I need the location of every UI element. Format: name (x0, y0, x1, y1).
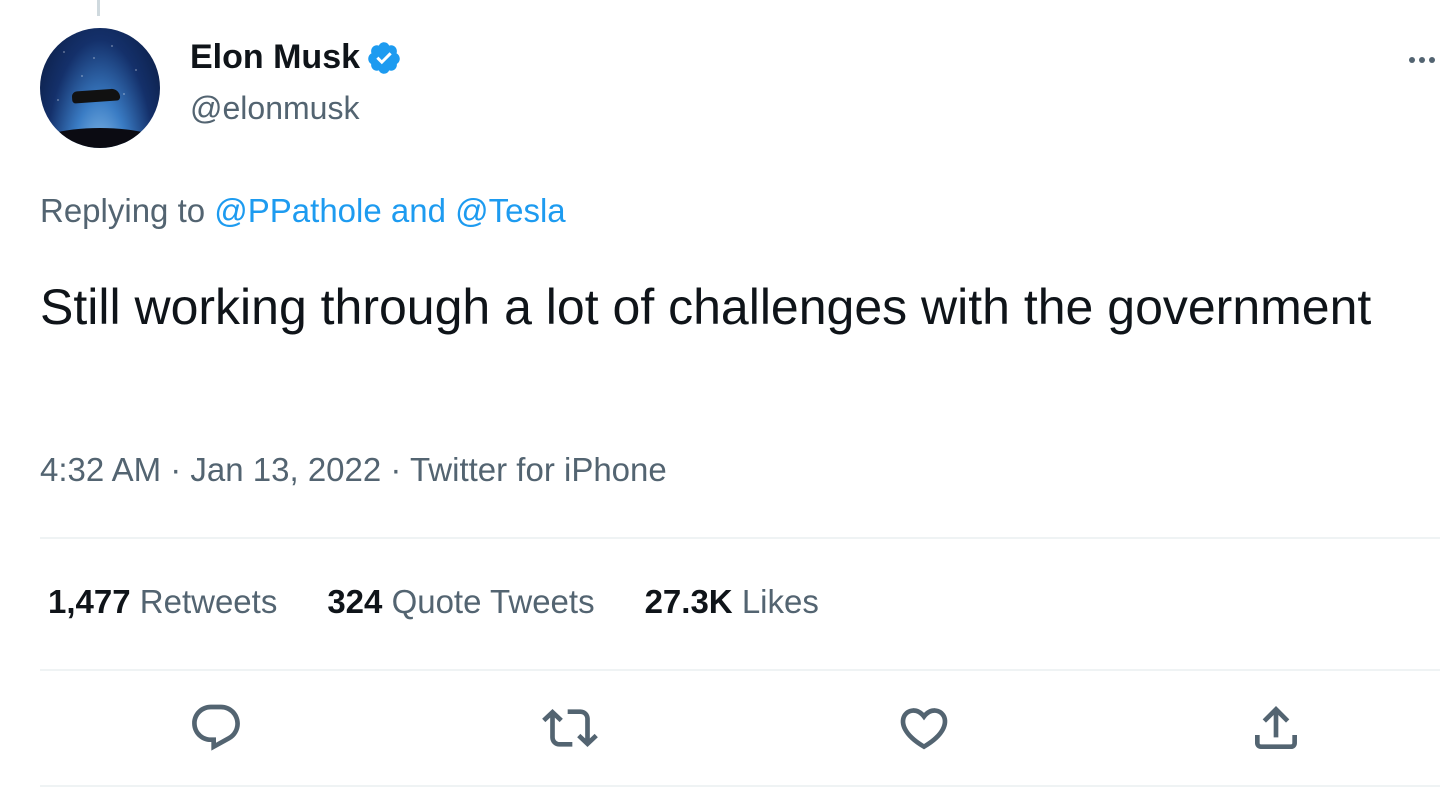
quote-tweets-stat[interactable]: 324 Quote Tweets (327, 583, 594, 621)
author-handle[interactable]: @elonmusk (190, 90, 359, 127)
reply-button[interactable] (188, 700, 244, 756)
replying-to-prefix: Replying to (40, 192, 206, 229)
quote-tweets-label: Quote Tweets (391, 583, 595, 620)
tweet-stats: 1,477 Retweets 324 Quote Tweets 27.3K Li… (48, 583, 869, 621)
likes-count: 27.3K (644, 583, 733, 620)
share-button[interactable] (1248, 700, 1304, 756)
retweet-button[interactable] (542, 700, 598, 756)
tweet-detail: Elon Musk @elonmusk Replying to @PPathol… (0, 0, 1440, 809)
divider (40, 785, 1440, 787)
replying-to-line: Replying to @PPathole and @Tesla (40, 192, 566, 230)
retweets-count: 1,477 (48, 583, 131, 620)
retweet-icon (542, 709, 598, 747)
likes-stat[interactable]: 27.3K Likes (645, 583, 819, 621)
like-icon (900, 708, 948, 750)
author-name-row: Elon Musk (190, 38, 402, 77)
reply-icon (192, 704, 240, 751)
verified-badge-icon (366, 40, 402, 76)
retweets-label: Retweets (139, 583, 278, 620)
avatar[interactable] (40, 28, 160, 148)
more-options-icon[interactable] (1408, 46, 1440, 74)
share-icon (1255, 706, 1297, 749)
like-button[interactable] (896, 700, 952, 756)
retweets-stat[interactable]: 1,477 Retweets (48, 583, 277, 621)
author-display-name[interactable]: Elon Musk (190, 38, 360, 77)
likes-label: Likes (741, 583, 819, 620)
tweet-timestamp-source[interactable]: 4:32 AM · Jan 13, 2022 · Twitter for iPh… (40, 451, 667, 489)
thread-connector-line (97, 0, 100, 16)
replying-to-mentions[interactable]: @PPathole and @Tesla (214, 192, 565, 229)
quote-tweets-count: 324 (327, 583, 383, 620)
tweet-text: Still working through a lot of challenge… (40, 279, 1372, 335)
divider (40, 669, 1440, 671)
divider (40, 537, 1440, 539)
